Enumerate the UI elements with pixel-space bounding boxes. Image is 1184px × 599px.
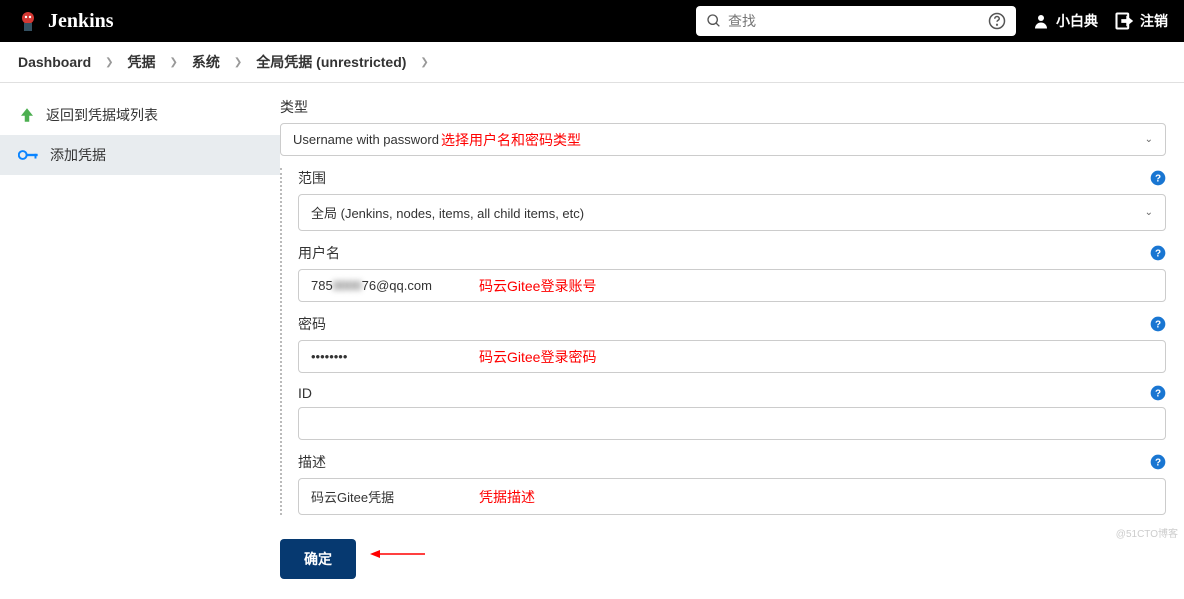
username-field-group: 用户名 ? 785000076@qq.com 码云Gitee登录账号 [298, 243, 1166, 302]
search-input[interactable] [728, 13, 988, 29]
breadcrumb-item[interactable]: Dashboard [18, 54, 91, 70]
svg-text:?: ? [1155, 319, 1161, 330]
header-right: 小白典 注销 [696, 6, 1168, 36]
svg-text:?: ? [1155, 248, 1161, 259]
search-icon [706, 13, 722, 29]
sidebar-item-label: 返回到凭据域列表 [46, 105, 158, 125]
username-prefix: 785 [311, 278, 333, 293]
description-input-wrapper[interactable]: 码云Gitee凭据 凭据描述 [298, 478, 1166, 515]
svg-text:?: ? [1155, 457, 1161, 468]
main-layout: 返回到凭据域列表 添加凭据 类型 Username with password … [0, 83, 1184, 599]
chevron-right-icon: ❯ [105, 57, 113, 68]
key-icon [18, 146, 40, 164]
breadcrumb-item[interactable]: 全局凭据 (unrestricted) [256, 52, 406, 72]
help-icon[interactable]: ? [1150, 245, 1166, 261]
description-value: 码云Gitee凭据 [311, 487, 394, 506]
sidebar-item-label: 添加凭据 [50, 145, 106, 165]
breadcrumb-item[interactable]: 凭据 [128, 52, 156, 72]
password-value: •••••••• [311, 349, 347, 364]
password-annotation: 码云Gitee登录密码 [479, 347, 596, 367]
help-icon[interactable]: ? [1150, 316, 1166, 332]
scope-label: 范围 [298, 168, 326, 188]
logout-label: 注销 [1140, 11, 1168, 31]
type-annotation: 选择用户名和密码类型 [441, 130, 581, 150]
jenkins-logo-area[interactable]: Jenkins [16, 9, 114, 33]
watermark: @51CTO博客 [1116, 525, 1178, 540]
description-field-group: 描述 ? 码云Gitee凭据 凭据描述 [298, 452, 1166, 515]
id-label: ID [298, 385, 312, 401]
help-icon[interactable]: ? [1150, 454, 1166, 470]
sidebar-item-add-credentials[interactable]: 添加凭据 [0, 135, 280, 175]
app-title: Jenkins [48, 10, 114, 33]
jenkins-logo-icon [16, 9, 40, 33]
id-field-group: ID ? [298, 385, 1166, 440]
form-section: 范围 ? 全局 (Jenkins, nodes, items, all chil… [280, 168, 1166, 515]
username-input-wrapper[interactable]: 785000076@qq.com 码云Gitee登录账号 [298, 269, 1166, 302]
id-input[interactable] [298, 407, 1166, 440]
user-icon [1032, 12, 1050, 30]
arrow-annotation-icon [370, 544, 430, 567]
username-label: 用户名 [298, 243, 340, 263]
breadcrumb-item[interactable]: 系统 [192, 52, 220, 72]
chevron-right-icon: ❯ [170, 57, 178, 68]
password-field-group: 密码 ? •••••••• 码云Gitee登录密码 [298, 314, 1166, 373]
type-label: 类型 [280, 97, 1166, 117]
description-label: 描述 [298, 452, 326, 472]
password-label: 密码 [298, 314, 326, 334]
sidebar: 返回到凭据域列表 添加凭据 [0, 83, 280, 599]
form-content: 类型 Username with password 选择用户名和密码类型 ⌄ 范… [280, 83, 1184, 599]
scope-field-group: 范围 ? 全局 (Jenkins, nodes, items, all chil… [298, 168, 1166, 231]
chevron-down-icon: ⌄ [1145, 207, 1153, 218]
username-annotation: 码云Gitee登录账号 [479, 276, 596, 296]
description-annotation: 凭据描述 [479, 487, 535, 507]
svg-text:?: ? [1155, 173, 1161, 184]
chevron-right-icon: ❯ [420, 57, 428, 68]
arrow-up-icon [18, 106, 36, 124]
password-input-wrapper[interactable]: •••••••• 码云Gitee登录密码 [298, 340, 1166, 373]
scope-select-value: 全局 (Jenkins, nodes, items, all child ite… [311, 203, 584, 222]
type-select[interactable]: Username with password 选择用户名和密码类型 ⌄ [280, 123, 1166, 156]
breadcrumb: Dashboard ❯ 凭据 ❯ 系统 ❯ 全局凭据 (unrestricted… [0, 42, 1184, 83]
svg-text:?: ? [1155, 388, 1161, 399]
user-name: 小白典 [1056, 11, 1098, 31]
help-icon[interactable]: ? [1150, 170, 1166, 186]
username-masked: 0000 [333, 278, 362, 293]
user-menu[interactable]: 小白典 [1032, 11, 1098, 31]
sidebar-item-back[interactable]: 返回到凭据域列表 [0, 95, 280, 135]
username-suffix: 76@qq.com [362, 278, 432, 293]
search-box[interactable] [696, 6, 1016, 36]
chevron-right-icon: ❯ [234, 57, 242, 68]
help-icon[interactable] [988, 12, 1006, 30]
submit-button[interactable]: 确定 [280, 539, 356, 579]
logout-icon [1114, 11, 1134, 31]
app-header: Jenkins 小白典 注销 [0, 0, 1184, 42]
logout-button[interactable]: 注销 [1114, 11, 1168, 31]
type-select-value: Username with password [293, 132, 439, 147]
scope-select[interactable]: 全局 (Jenkins, nodes, items, all child ite… [298, 194, 1166, 231]
help-icon[interactable]: ? [1150, 385, 1166, 401]
chevron-down-icon: ⌄ [1145, 134, 1153, 145]
